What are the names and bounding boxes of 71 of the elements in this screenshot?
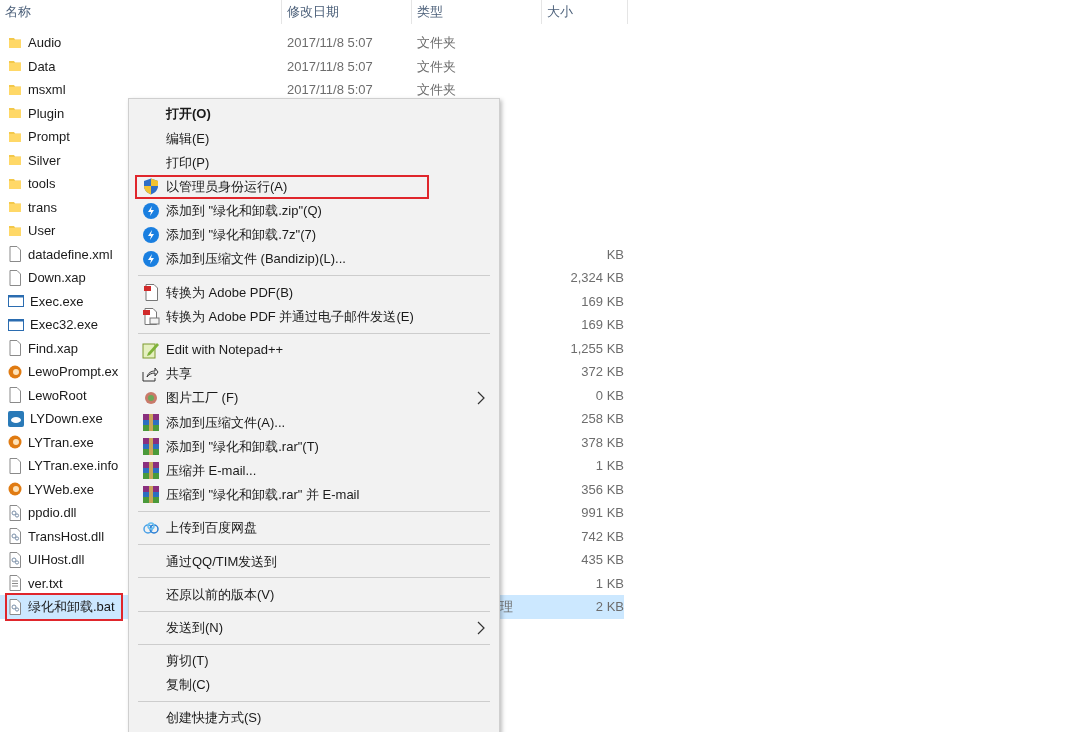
file-type: 文件夹 (417, 58, 456, 74)
menu-item-label: 剪切(T) (165, 652, 209, 671)
file-size: 1 KB (595, 575, 624, 591)
file-name: LewoPrompt.ex (28, 363, 119, 381)
menu-item-label: 压缩并 E-mail... (165, 461, 257, 480)
file-size: 356 KB (581, 481, 624, 497)
menu-item-label: 转换为 Adobe PDF(B) (165, 283, 294, 302)
menu-item-label: 打开(O) (164, 105, 211, 124)
file-name: LYTran.exe.info (28, 457, 119, 475)
menu-item-label: 添加到压缩文件(A)... (165, 413, 286, 432)
menu-item-label: 打印(P) (165, 153, 210, 172)
file-size: 435 KB (581, 552, 624, 567)
file-name: ver.txt (28, 574, 63, 593)
menu-item-label: 共享 (165, 365, 192, 384)
file-name: tools (28, 175, 56, 193)
file-size: 258 KB (581, 411, 624, 426)
file-name: LewoRoot (28, 386, 87, 405)
file-name: Exec32.exe (30, 316, 98, 334)
menu-item-label: 上传到百度网盘 (165, 519, 257, 538)
file-size: 991 KB (581, 505, 624, 520)
menu-item-label: 图片工厂 (F) (165, 389, 239, 408)
file-size: 169 KB (581, 293, 624, 309)
menu-item-label: 压缩到 "绿化和卸载.rar" 并 E-mail (165, 486, 360, 505)
modified-date: 2017/11/8 5:07 (287, 82, 373, 97)
file-name: LYTran.exe (28, 433, 94, 452)
menu-item-label: 添加到 "绿化和卸载.rar"(T) (165, 437, 319, 456)
menu-item-label: 添加到 "绿化和卸载.7z"(7) (165, 226, 317, 245)
file-size: 2,324 KB (570, 270, 624, 285)
file-name: Plugin (28, 104, 65, 123)
file-name: TransHost.dll (28, 527, 105, 546)
file-size: 2 KB (595, 599, 624, 614)
file-name: User (28, 222, 56, 240)
file-name: UIHost.dll (28, 551, 85, 569)
file-name: Silver (28, 151, 61, 170)
file-name: LYDown.exe (30, 410, 103, 428)
file-name: Data (28, 57, 56, 76)
menu-item-label: 发送到(N) (165, 618, 224, 637)
file-size: 1,255 KB (570, 340, 624, 356)
menu-item-label: 添加到压缩文件 (Bandizip)(L)... (165, 250, 346, 269)
menu-item-label: 编辑(E) (165, 129, 210, 148)
menu-item-label: 转换为 Adobe PDF 并通过电子邮件发送(E) (165, 307, 414, 326)
file-size: 742 KB (581, 528, 624, 544)
menu-item-label: 还原以前的版本(V) (165, 585, 275, 604)
file-name: Prompt (28, 128, 70, 146)
menu-item-label: 复制(C) (165, 676, 211, 695)
menu-item-label: 添加到 "绿化和卸载.zip"(Q) (165, 202, 322, 221)
file-name: LYWeb.exe (28, 480, 94, 499)
menu-item-label: 以管理员身份运行(A) (165, 177, 288, 196)
modified-date: 2017/11/8 5:07 (287, 35, 373, 50)
file-name: Audio (28, 34, 62, 52)
menu-item-label: Edit with Notepad++ (165, 341, 284, 360)
file-size: 169 KB (581, 317, 624, 332)
file-type: 理 (500, 599, 513, 614)
file-size: 372 KB (581, 364, 624, 379)
file-name: Down.xap (28, 269, 86, 287)
file-type: 文件夹 (417, 35, 456, 50)
file-name: trans (28, 198, 57, 217)
file-name: Exec.exe (30, 292, 84, 311)
file-size: KB (606, 246, 624, 262)
file-name: 绿化和卸载.bat (28, 598, 115, 616)
file-name: Find.xap (28, 339, 78, 358)
modified-date: 2017/11/8 5:07 (287, 58, 373, 74)
file-name: msxml (28, 81, 66, 99)
menu-item-label: 通过QQ/TIM发送到 (165, 552, 278, 571)
file-size: 0 KB (595, 387, 624, 403)
menu-item-label: 创建快捷方式(S) (165, 709, 262, 728)
file-type: 文件夹 (417, 82, 456, 97)
file-name: datadefine.xml (28, 245, 113, 264)
file-size: 1 KB (595, 458, 624, 473)
file-size: 378 KB (581, 434, 624, 450)
file-name: ppdio.dll (28, 504, 77, 522)
